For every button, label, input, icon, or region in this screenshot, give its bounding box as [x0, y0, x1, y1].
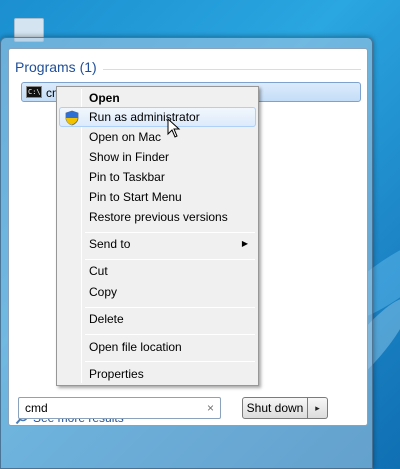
menu-item-label: Properties — [89, 367, 144, 381]
menu-item-open[interactable]: Open — [59, 88, 256, 108]
menu-item-label: Open file location — [89, 340, 182, 354]
menu-item-properties[interactable]: Properties — [59, 364, 256, 384]
menu-item-label: Pin to Start Menu — [89, 190, 182, 204]
menu-item-label: Restore previous versions — [89, 210, 228, 224]
menu-item-open-file-location[interactable]: Open file location — [59, 337, 256, 357]
menu-separator — [85, 361, 255, 362]
menu-item-run-as-administrator[interactable]: Run as administrator — [59, 107, 256, 127]
menu-item-label: Open on Mac — [89, 130, 162, 144]
submenu-arrow-icon: ▶ — [241, 239, 248, 248]
clear-search-icon[interactable]: × — [207, 401, 214, 415]
menu-item-restore-previous-versions[interactable]: Restore previous versions — [59, 207, 256, 227]
menu-item-label: Run as administrator — [89, 110, 200, 124]
menu-item-label: Copy — [89, 285, 118, 299]
mouse-cursor-icon — [167, 118, 181, 138]
menu-separator — [85, 259, 255, 260]
menu-separator — [85, 307, 255, 308]
menu-item-pin-to-taskbar[interactable]: Pin to Taskbar — [59, 167, 256, 187]
header-divider — [103, 69, 361, 70]
menu-item-copy[interactable]: Copy — [59, 282, 256, 302]
menu-item-cut[interactable]: Cut — [59, 261, 256, 281]
menu-separator — [85, 232, 255, 233]
menu-item-label: Show in Finder — [89, 150, 170, 164]
search-input[interactable]: cmd × — [18, 397, 221, 419]
cmd-icon: C:\ — [26, 86, 42, 98]
menu-item-label: Delete — [89, 312, 124, 326]
shutdown-button[interactable]: Shut down — [242, 397, 308, 419]
shield-icon — [65, 110, 79, 126]
menu-item-label: Open — [89, 91, 120, 105]
menu-item-label: Cut — [89, 264, 108, 278]
menu-item-send-to[interactable]: Send to ▶ — [59, 234, 256, 254]
menu-item-open-on-mac[interactable]: Open on Mac — [59, 127, 256, 147]
menu-item-pin-to-start-menu[interactable]: Pin to Start Menu — [59, 187, 256, 207]
search-value: cmd — [25, 401, 48, 415]
programs-header: Programs (1) — [15, 59, 97, 75]
menu-separator — [85, 334, 255, 335]
menu-item-show-in-finder[interactable]: Show in Finder — [59, 147, 256, 167]
menu-item-label: Pin to Taskbar — [89, 170, 165, 184]
context-menu: Open Run as administrator Open on Mac Sh… — [56, 86, 259, 386]
menu-item-label: Send to — [89, 237, 131, 251]
menu-item-delete[interactable]: Delete — [59, 309, 256, 329]
shutdown-options-arrow-icon[interactable]: ▸ — [308, 397, 328, 419]
shutdown-controls: Shut down ▸ — [242, 397, 330, 419]
